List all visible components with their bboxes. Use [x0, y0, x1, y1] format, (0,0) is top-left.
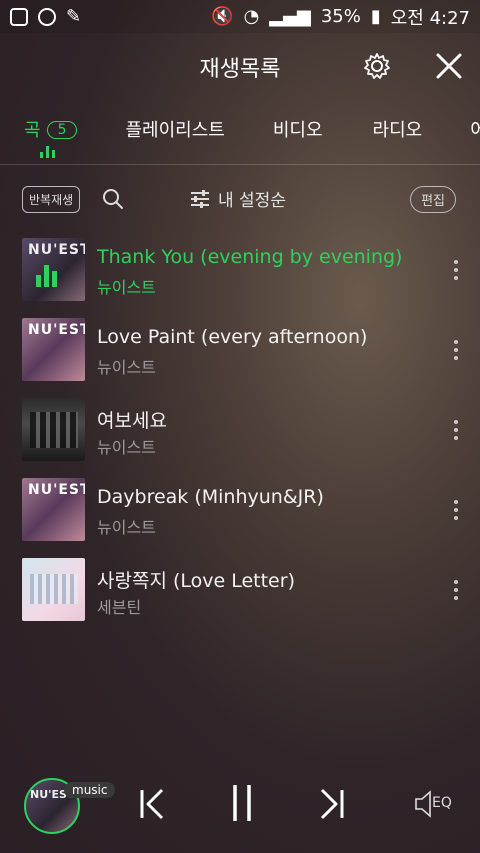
tab-radio[interactable]: 라디오 — [373, 110, 423, 142]
status-bar: ✎ 🔇 ◔ ▂▄▆ 35% ▮ 오전 4:27 — [0, 0, 480, 33]
more-options-icon[interactable] — [454, 580, 458, 600]
tab-songs[interactable]: 곡5 — [24, 110, 78, 158]
status-left-icons: ✎ — [10, 5, 84, 27]
sort-label: 내 설정순 — [218, 191, 286, 211]
track-row[interactable]: NU'EST Love Paint (every afternoon) 뉴이스트 — [0, 318, 480, 398]
battery-icon: ▮ — [370, 6, 381, 27]
track-row[interactable]: 여보세요 뉴이스트 — [0, 398, 480, 478]
album-cover-text: NU'EST — [28, 322, 85, 338]
tab-more[interactable]: 어 — [470, 110, 480, 142]
source-tag: music — [64, 782, 116, 798]
more-options-icon[interactable] — [454, 260, 458, 280]
pause-icon[interactable] — [228, 783, 256, 823]
tab-playlists[interactable]: 플레이리스트 — [125, 110, 224, 142]
list-toolbar: 반복재생 내 설정순 편집 — [0, 182, 480, 218]
album-art — [22, 558, 85, 621]
song-count-badge: 5 — [46, 121, 78, 139]
equalizer-button[interactable]: EQ — [414, 789, 458, 819]
track-list: NU'EST Thank You (evening by evening) 뉴이… — [0, 238, 480, 638]
tab-divider — [0, 164, 480, 165]
album-art — [22, 398, 85, 461]
track-artist: 뉴이스트 — [97, 278, 156, 297]
status-time: 오전 4:27 — [390, 7, 470, 29]
more-options-icon[interactable] — [454, 500, 458, 520]
tab-videos[interactable]: 비디오 — [273, 110, 323, 142]
album-cover-text: NU'EST — [28, 242, 85, 258]
previous-icon[interactable] — [138, 787, 168, 821]
track-title: Love Paint (every afternoon) — [97, 326, 368, 348]
track-artist: 세븐틴 — [97, 598, 142, 617]
track-row[interactable]: 사랑쪽지 (Love Letter) 세븐틴 — [0, 558, 480, 638]
edit-button[interactable]: 편집 — [410, 186, 456, 213]
page-title: 재생목록 — [199, 57, 281, 82]
track-row[interactable]: NU'EST Thank You (evening by evening) 뉴이… — [0, 238, 480, 318]
eq-label: EQ — [432, 795, 452, 811]
album-art: NU'EST — [22, 238, 85, 301]
track-artist: 뉴이스트 — [97, 518, 156, 537]
status-right-icons: 🔇 ◔ ▂▄▆ 35% ▮ 오전 4:27 — [211, 4, 470, 30]
track-artist: 뉴이스트 — [97, 358, 156, 377]
close-icon[interactable] — [434, 51, 464, 81]
more-options-icon[interactable] — [454, 420, 458, 440]
album-cover-text: NU'EST — [28, 482, 85, 498]
sort-button[interactable]: 내 설정순 — [190, 186, 286, 211]
app-notification-icon — [10, 7, 28, 26]
header: 재생목록 — [0, 33, 480, 101]
track-title: Thank You (evening by evening) — [97, 246, 403, 268]
track-title: Daybreak (Minhyun&JR) — [97, 486, 324, 508]
more-options-icon[interactable] — [454, 340, 458, 360]
album-art: NU'EST — [22, 318, 85, 381]
music-notification-icon — [38, 7, 56, 26]
repeat-button[interactable]: 반복재생 — [22, 186, 81, 213]
sliders-icon — [191, 189, 209, 208]
now-playing-indicator-icon — [40, 146, 55, 158]
album-art: NU'EST — [22, 478, 85, 541]
gear-icon[interactable] — [362, 51, 392, 81]
playing-bars-icon — [36, 265, 57, 287]
tools-icon: ✎ — [66, 5, 82, 27]
mini-player: NU'EST music EQ — [0, 763, 480, 853]
tab-songs-label: 곡 — [24, 120, 41, 141]
track-title: 여보세요 — [97, 410, 167, 432]
track-title: 사랑쪽지 (Love Letter) — [97, 570, 295, 592]
track-row[interactable]: NU'EST Daybreak (Minhyun&JR) 뉴이스트 — [0, 478, 480, 558]
search-icon[interactable] — [102, 188, 124, 210]
signal-icon: ▂▄▆ — [269, 6, 311, 27]
mute-icon: 🔇 — [211, 6, 234, 27]
next-icon[interactable] — [316, 787, 346, 821]
wifi-icon: ◔ — [243, 6, 260, 27]
battery-percent: 35% — [320, 6, 361, 27]
track-artist: 뉴이스트 — [97, 438, 156, 457]
tab-bar: 곡5 플레이리스트 비디오 라디오 어 — [0, 110, 480, 164]
